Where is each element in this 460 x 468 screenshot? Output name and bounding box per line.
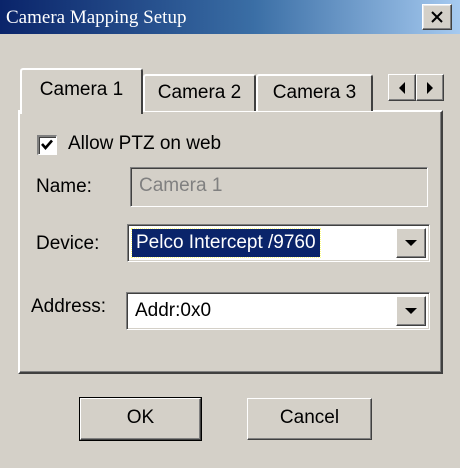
- address-label: Address:: [31, 296, 106, 317]
- chevron-down-icon: [405, 308, 417, 314]
- checkmark-icon: [41, 139, 53, 150]
- cancel-button[interactable]: Cancel: [247, 398, 372, 440]
- address-dropdown-button[interactable]: [396, 296, 426, 326]
- name-field[interactable]: Camera 1: [130, 167, 428, 207]
- tab-label: Camera 3: [272, 82, 357, 103]
- chevron-left-icon: [399, 81, 405, 94]
- name-field-value: Camera 1: [139, 175, 223, 196]
- device-dropdown-button[interactable]: [396, 228, 426, 258]
- allow-ptz-label[interactable]: Allow PTZ on web: [68, 133, 221, 155]
- allow-ptz-checkbox[interactable]: [37, 135, 57, 155]
- device-label: Device:: [36, 233, 100, 254]
- window-title: Camera Mapping Setup: [6, 7, 187, 28]
- ok-button[interactable]: OK: [79, 397, 202, 441]
- device-select[interactable]: Pelco Intercept /9760: [127, 224, 430, 262]
- title-bar[interactable]: Camera Mapping Setup: [0, 0, 460, 34]
- tab-camera-2[interactable]: Camera 2: [143, 74, 256, 111]
- tab-scroll-right-button[interactable]: [416, 74, 444, 101]
- close-button[interactable]: [422, 4, 452, 30]
- tab-label: Camera 2: [157, 82, 242, 103]
- close-icon: [431, 11, 443, 23]
- address-select[interactable]: Addr:0x0: [126, 292, 430, 330]
- tab-label: Camera 1: [39, 79, 124, 100]
- device-select-value: Pelco Intercept /9760: [131, 228, 321, 258]
- chevron-right-icon: [427, 81, 433, 94]
- tab-camera-3[interactable]: Camera 3: [256, 74, 373, 111]
- tab-scroll-left-button[interactable]: [388, 74, 416, 101]
- chevron-down-icon: [405, 240, 417, 246]
- address-select-value: Addr:0x0: [135, 300, 212, 321]
- name-label: Name:: [36, 176, 92, 197]
- tab-camera-1[interactable]: Camera 1: [20, 68, 143, 114]
